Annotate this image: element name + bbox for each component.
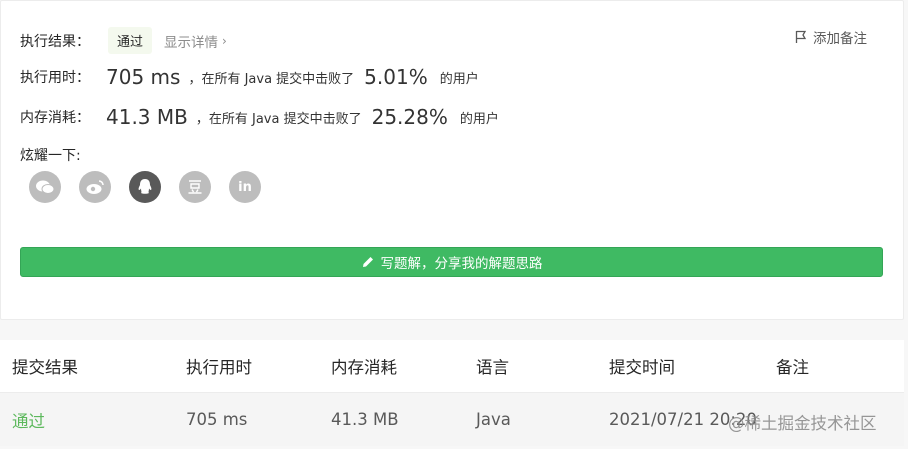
memory-users-text: 的用户 [459,111,499,127]
runtime-value: 705 ms [106,65,181,89]
flag-icon [795,30,807,43]
result-label: 执行结果： [20,33,90,50]
memory-beat-text: ，在所有 Java 提交中击败了 [195,111,362,127]
runtime-label: 执行用时： [20,70,90,86]
qq-icon[interactable] [129,171,161,203]
row-language: Java [476,410,511,429]
header-result: 提交结果 [12,358,78,377]
runtime-percent: 5.01% [364,65,428,89]
header-submit-time: 提交时间 [609,358,675,377]
write-solution-label: 写题解，分享我的解题思路 [380,256,543,272]
row-memory: 41.3 MB [331,410,399,429]
douban-icon[interactable] [179,171,211,203]
memory-row: 内存消耗： 41.3 MB ，在所有 Java 提交中击败了 25.28% 的用… [20,105,499,129]
memory-label: 内存消耗： [20,110,90,126]
watermark: @稀土掘金技术社区 [728,414,877,433]
result-row: 执行结果： 通过 显示详情 › [20,27,227,54]
wechat-icon[interactable] [29,171,61,203]
share-icons: in [29,171,279,203]
header-memory: 内存消耗 [331,358,397,377]
show-details-label: 显示详情 [164,34,219,51]
runtime-row: 执行用时： 705 ms ，在所有 Java 提交中击败了 5.01% 的用户 [20,65,479,89]
header-language: 语言 [476,358,509,377]
header-runtime: 执行用时 [186,358,252,377]
share-row: 炫耀一下: [20,145,81,165]
row-runtime: 705 ms [186,410,248,429]
submission-result-panel: 执行结果： 通过 显示详情 › 添加备注 执行用时： 705 ms ，在所有 J… [0,0,904,320]
memory-value: 41.3 MB [106,105,188,129]
header-note: 备注 [776,358,809,377]
write-solution-button[interactable]: 写题解，分享我的解题思路 [20,247,883,277]
add-note-label: 添加备注 [813,31,867,47]
table-header: 提交结果 执行用时 内存消耗 语言 提交时间 备注 [0,340,904,392]
chevron-right-icon: › [222,33,227,48]
memory-percent: 25.28% [371,105,448,129]
pencil-icon [362,257,373,267]
runtime-users-text: 的用户 [439,71,479,87]
show-details-link[interactable]: 显示详情 › [164,31,227,51]
linkedin-icon[interactable]: in [229,171,261,203]
status-badge: 通过 [108,27,153,54]
weibo-icon[interactable] [79,171,111,203]
row-result-link[interactable]: 通过 [12,408,45,432]
add-note-button[interactable]: 添加备注 [795,27,867,47]
share-label: 炫耀一下: [20,148,81,164]
runtime-beat-text: ，在所有 Java 提交中击败了 [188,71,355,87]
